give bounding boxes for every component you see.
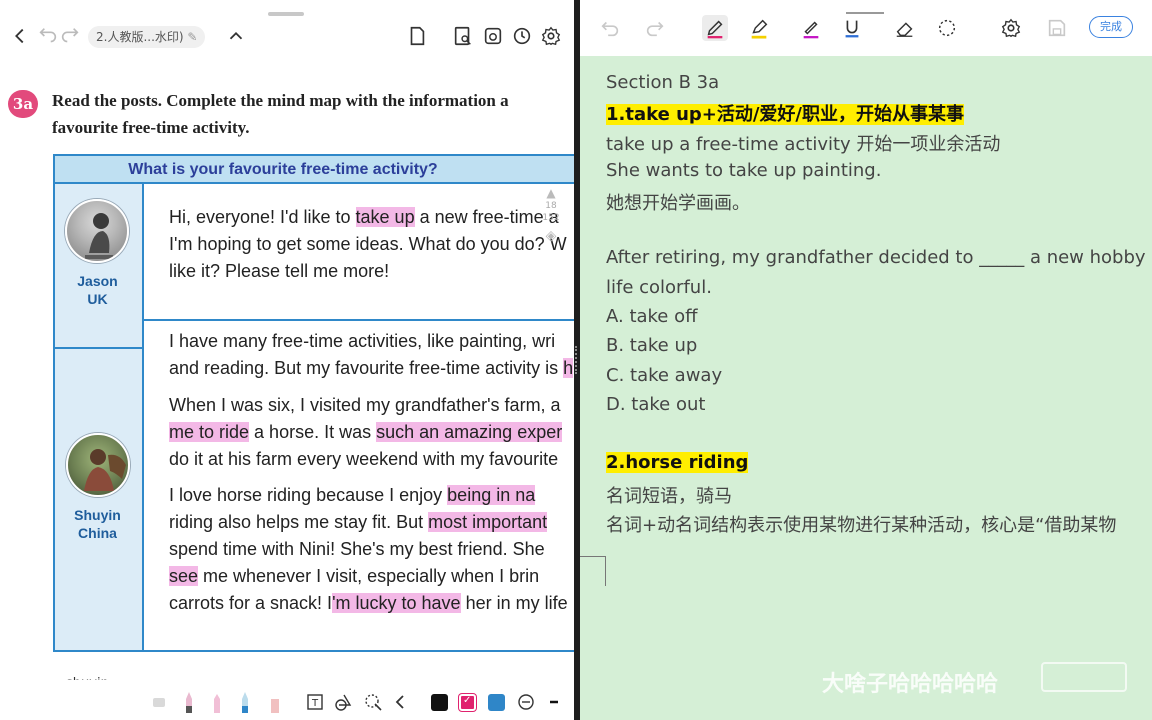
scroll-up-icon[interactable]: ▲ <box>538 186 564 200</box>
notes-pane: 完成 Section B 3a 1.take up+活动/爱好/职业，开始从事某… <box>580 0 1152 720</box>
pen-tool-icon[interactable] <box>702 15 728 41</box>
option-d: D. take out <box>606 394 706 415</box>
tool-indicator <box>846 12 884 14</box>
point2-title: 2.horse riding <box>606 452 749 473</box>
post2-line: spend time with Nini! She's my best frie… <box>169 539 545 559</box>
highlight: h <box>563 358 574 378</box>
done-button[interactable]: 完成 <box>1089 16 1133 38</box>
document-title[interactable]: 2.人教版...水印) ✎ <box>88 26 206 48</box>
edit-pencil-icon[interactable]: ✎ <box>187 30 197 44</box>
row-divider <box>55 347 142 349</box>
highlight: being in na <box>447 485 536 505</box>
text-tool-icon[interactable]: T <box>306 691 324 713</box>
post1-line: like it? Please tell me more! <box>169 261 390 281</box>
jason-avatar <box>65 199 129 263</box>
lasso-select-icon[interactable] <box>934 15 960 41</box>
color-swatch-pink-selected[interactable]: ✓ <box>459 694 476 711</box>
page-icon[interactable] <box>405 24 429 48</box>
point1-title: 1.take up+活动/爱好/职业，开始从事某事 <box>606 104 965 125</box>
svg-text:T: T <box>311 698 319 709</box>
page-total: 152 <box>542 213 560 223</box>
post1-line: I'm hoping to get some ideas. What do yo… <box>169 234 567 254</box>
post2-line: do it at his farm every weekend with my … <box>169 449 559 469</box>
post2-line: I love horse riding because I enjoy bein… <box>169 485 536 505</box>
post2-line: carrots for a snack! I'm lucky to have h… <box>169 593 568 613</box>
collapse-toolbar-icon[interactable] <box>394 691 406 713</box>
shuyin-country: China <box>78 525 117 541</box>
jason-country: UK <box>87 291 108 307</box>
post2-line: I have many free-time activities, like p… <box>169 331 556 351</box>
history-icon[interactable] <box>510 24 534 48</box>
undo-icon[interactable] <box>36 24 60 48</box>
highlighter-pink-icon[interactable] <box>210 691 224 713</box>
point2-line2: 名词+动名词结构表示使用某物进行某种活动，核心是“借助某物 <box>606 515 1117 536</box>
exercise-number-badge: 3a <box>8 90 38 118</box>
textbook-toolbar: 2.人教版...水印) ✎ <box>0 0 574 60</box>
shuyin-avatar <box>66 433 130 497</box>
pen-blue-icon[interactable] <box>238 691 252 713</box>
layers-icon[interactable]: ◈ <box>538 228 564 244</box>
undo-icon[interactable] <box>597 15 623 41</box>
page-number: 18 <box>545 201 557 211</box>
search-doc-icon[interactable] <box>451 24 475 48</box>
settings-gear-icon[interactable] <box>539 24 563 48</box>
drag-handle[interactable] <box>268 12 304 16</box>
size-minus-icon[interactable] <box>517 691 535 713</box>
post1-line: Hi, everyone! I'd like to take up a new … <box>169 207 559 227</box>
point1-sentence: She wants to take up painting. <box>606 160 882 181</box>
section-heading: Section B 3a <box>606 72 720 93</box>
save-icon[interactable] <box>1044 15 1070 41</box>
row-divider <box>144 319 574 321</box>
highlight: me to ride <box>169 422 250 442</box>
point1-translation: 她想开始学画画。 <box>606 193 750 214</box>
pen-tool-icon[interactable] <box>182 691 196 713</box>
post2-line: When I was six, I visited my grandfather… <box>169 395 561 415</box>
textbook-pane: 2.人教版...水印) ✎ 3a Read the posts. Complet… <box>0 0 574 720</box>
post2-line: see me whenever I visit, especially when… <box>169 566 540 586</box>
stroke-width-icon[interactable] <box>548 691 560 713</box>
notes-toolbar: 完成 <box>580 0 1152 56</box>
option-a: A. take off <box>606 306 698 327</box>
question-text-cont: life colorful. <box>606 277 712 298</box>
shuyin-name: Shuyin <box>74 507 121 523</box>
settings-gear-icon[interactable] <box>998 15 1024 41</box>
highlight: 'm lucky to have <box>332 593 461 613</box>
highlight: take up <box>355 207 415 227</box>
divider-handle[interactable] <box>575 346 579 374</box>
color-swatch-black[interactable] <box>431 694 448 711</box>
option-b: B. take up <box>606 335 698 356</box>
instruction-line-2: favourite free-time activity. <box>52 118 250 137</box>
point1-example: take up a free-time activity 开始一项业余活动 <box>606 134 1001 155</box>
watermark-logo <box>1041 662 1127 692</box>
point2-line1: 名词短语，骑马 <box>606 486 732 507</box>
back-icon[interactable] <box>8 24 32 48</box>
redo-icon[interactable] <box>642 15 668 41</box>
highlight: such an amazing exper <box>376 422 563 442</box>
text-color-pen-icon[interactable] <box>798 15 824 41</box>
text-cursor-area[interactable] <box>580 556 606 586</box>
marker-red-icon[interactable] <box>268 691 282 713</box>
highlighter-icon[interactable] <box>746 15 772 41</box>
eraser-icon[interactable] <box>892 15 918 41</box>
watermark: 大啥子哈哈哈哈哈 <box>822 672 999 697</box>
post2-line: riding also helps me stay fit. But most … <box>169 512 548 532</box>
eraser-tool-icon[interactable] <box>150 691 168 713</box>
underline-icon[interactable] <box>839 15 865 41</box>
jason-name: Jason <box>77 273 118 289</box>
lasso-tool-icon[interactable] <box>363 691 383 713</box>
page-scroll-widget[interactable]: ▲ 18 152 ◈ <box>538 186 564 282</box>
color-swatch-blue[interactable] <box>488 694 505 711</box>
option-c: C. take away <box>606 365 723 386</box>
table-header: What is your favourite free-time activit… <box>55 156 574 184</box>
question-text: After retiring, my grandfather decided t… <box>606 247 1146 268</box>
chevron-up-icon[interactable] <box>224 24 248 48</box>
shapes-tool-icon[interactable] <box>334 691 354 713</box>
view-mode-icon[interactable] <box>481 24 505 48</box>
highlight: most important <box>428 512 548 532</box>
highlight: see <box>169 566 199 586</box>
instruction-line-1: Read the posts. Complete the mind map wi… <box>52 91 509 110</box>
post2-line: me to ride a horse. It was such an amazi… <box>169 422 563 442</box>
redo-icon[interactable] <box>58 24 82 48</box>
post2-line: and reading. But my favourite free-time … <box>169 358 574 378</box>
